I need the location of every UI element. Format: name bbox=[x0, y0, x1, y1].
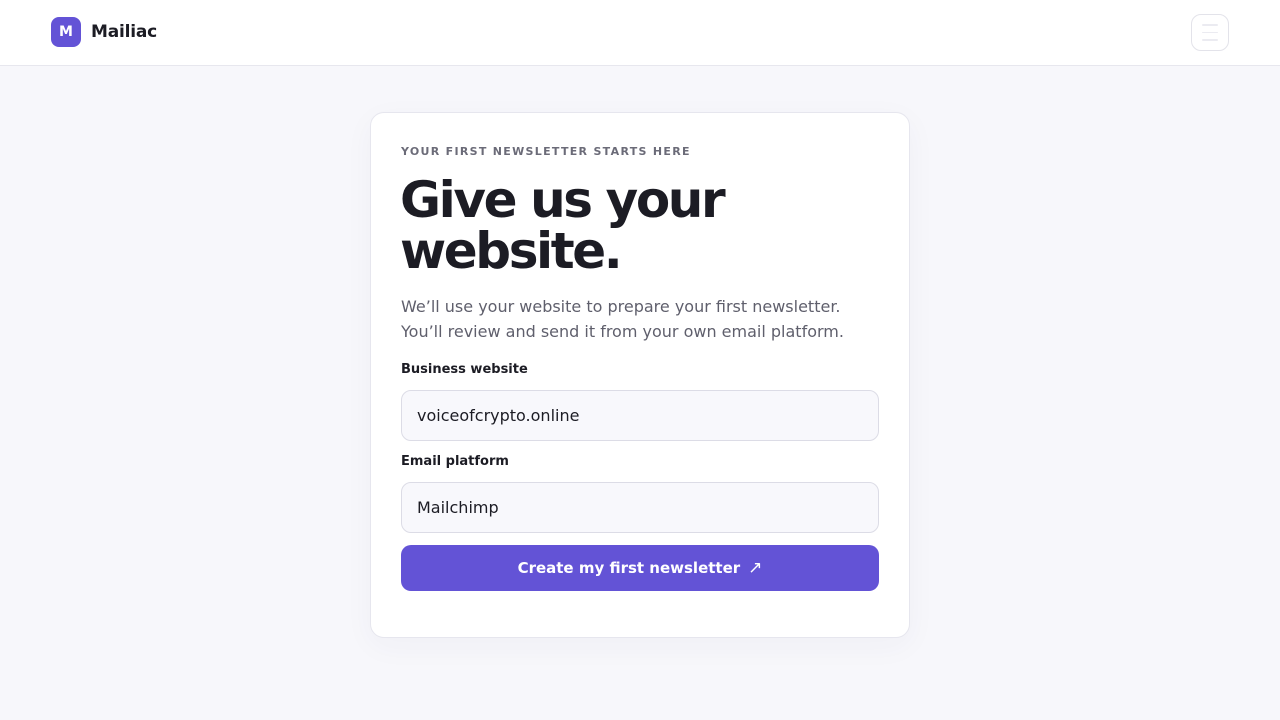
eyebrow-text: YOUR FIRST NEWSLETTER STARTS HERE bbox=[401, 145, 691, 158]
onboarding-card: YOUR FIRST NEWSLETTER STARTS HERE Give u… bbox=[370, 112, 910, 638]
description-text: We’ll use your website to prepare your f… bbox=[401, 297, 844, 341]
menu-button[interactable] bbox=[1191, 14, 1229, 51]
brand-name: Mailiac bbox=[91, 22, 158, 42]
create-newsletter-label: Create my first newsletter bbox=[517, 559, 741, 577]
arrow-up-right-icon: ↗ bbox=[748, 558, 763, 578]
email-platform-input[interactable] bbox=[401, 482, 879, 533]
page-title: Give us your website. bbox=[400, 171, 726, 280]
logo-icon: M bbox=[51, 17, 81, 47]
website-field-label: Business website bbox=[401, 362, 528, 377]
website-input[interactable] bbox=[401, 390, 879, 441]
top-bar: M Mailiac bbox=[0, 0, 1280, 66]
create-newsletter-button[interactable]: Create my first newsletter ↗ bbox=[401, 545, 879, 591]
brand[interactable]: M Mailiac bbox=[51, 17, 157, 47]
platform-field-label: Email platform bbox=[401, 454, 509, 469]
menu-icon bbox=[1202, 24, 1218, 26]
